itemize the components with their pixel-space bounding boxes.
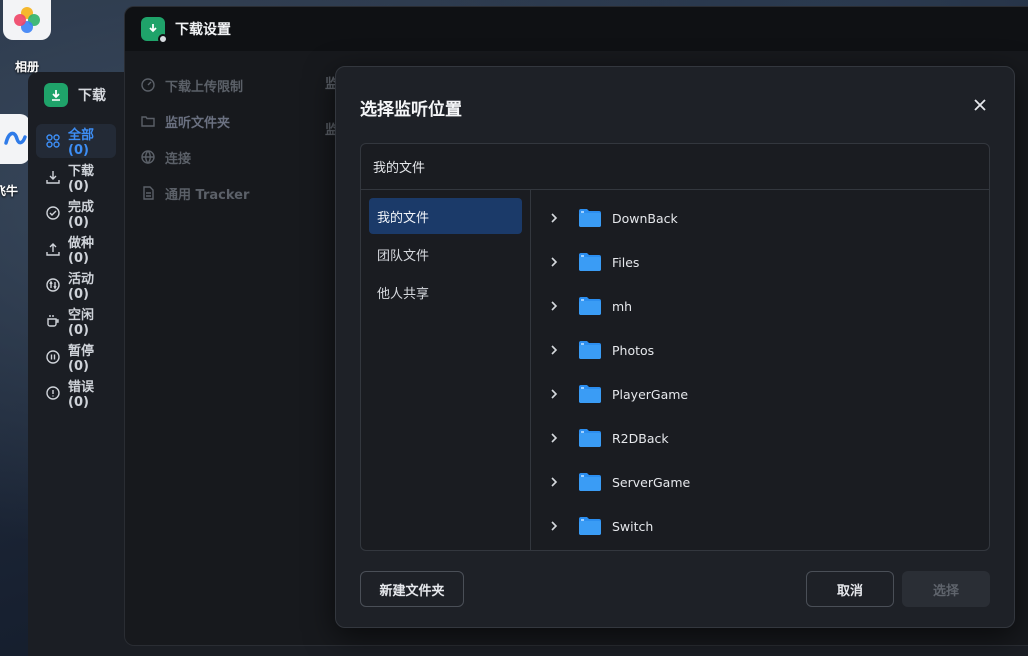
photos-app-icon <box>3 0 51 40</box>
settings-header: 下载设置 <box>125 7 1028 51</box>
chevron-right-icon[interactable] <box>550 301 560 311</box>
globe-icon <box>141 150 155 164</box>
folder-icon <box>141 116 155 127</box>
folder-icon <box>579 209 601 227</box>
nav-item-paused[interactable]: 暂停 (0) <box>36 340 116 374</box>
folder-row[interactable]: ServerGame <box>532 460 989 504</box>
folder-icon <box>579 385 601 403</box>
nav-item-label: 活动 (0) <box>68 272 95 302</box>
nav-item-error[interactable]: 错误 (0) <box>36 376 116 410</box>
settings-item-limits[interactable]: 下载上传限制 <box>141 67 249 103</box>
nav-item-label: 做种 (0) <box>68 236 95 266</box>
new-folder-button[interactable]: 新建文件夹 <box>360 571 464 607</box>
settings-item-watch-folder[interactable]: 监听文件夹 <box>141 103 249 139</box>
settings-item-tracker[interactable]: 通用 Tracker <box>141 175 249 211</box>
settings-item-label: 通用 Tracker <box>165 187 250 203</box>
settings-item-label: 下载上传限制 <box>165 79 244 95</box>
location-list: 我的文件 团队文件 他人共享 <box>361 190 531 550</box>
settings-title: 下载设置 <box>175 22 231 38</box>
nav-item-idle[interactable]: 空闲 (0) <box>36 304 116 338</box>
alert-circle-icon <box>46 386 60 400</box>
close-button[interactable] <box>970 95 990 115</box>
folder-icon <box>579 429 601 447</box>
close-icon <box>974 99 986 111</box>
folder-icon <box>579 473 601 491</box>
activity-icon <box>46 278 60 292</box>
location-shared-with-me[interactable]: 他人共享 <box>369 274 522 310</box>
download-icon <box>46 171 60 184</box>
feiniu-app-icon <box>0 114 30 164</box>
folder-row[interactable]: mh <box>532 284 989 328</box>
select-watch-location-dialog: 选择监听位置 我的文件 我的文件 团队文件 他人共享 DownBack File… <box>335 66 1015 628</box>
folder-list: DownBack Files mh Photos PlayerGame R2DB… <box>532 190 989 550</box>
current-path: 我的文件 <box>361 144 989 190</box>
folder-name: Files <box>612 254 640 270</box>
folder-name: Photos <box>612 342 655 358</box>
nav-item-active[interactable]: 活动 (0) <box>36 268 116 302</box>
downloader-nav: 全部 (0) 下载 (0) 完成 (0) 做种 (0) 活动 (0) 空闲 (0… <box>28 118 124 418</box>
folder-row[interactable]: R2DBack <box>532 416 989 460</box>
nav-item-label: 全部 (0) <box>68 128 95 158</box>
nav-item-all[interactable]: 全部 (0) <box>36 124 116 158</box>
download-settings-app-icon <box>141 17 168 44</box>
folder-icon <box>579 297 601 315</box>
nav-item-label: 空闲 (0) <box>68 308 95 338</box>
desktop-icon-album[interactable]: 相册 <box>0 0 54 75</box>
gear-badge-icon <box>158 34 168 44</box>
location-team-files[interactable]: 团队文件 <box>369 236 522 272</box>
folder-name: ServerGame <box>612 474 691 490</box>
nav-item-label: 完成 (0) <box>68 200 95 230</box>
nav-item-label: 暂停 (0) <box>68 344 95 374</box>
check-circle-icon <box>46 206 60 220</box>
upload-icon <box>46 243 60 256</box>
nav-item-seeding[interactable]: 做种 (0) <box>36 232 116 266</box>
nav-item-complete[interactable]: 完成 (0) <box>36 196 116 230</box>
document-icon <box>143 186 154 200</box>
folder-icon <box>579 253 601 271</box>
chevron-right-icon[interactable] <box>550 389 560 399</box>
nav-item-download[interactable]: 下载 (0) <box>36 160 116 194</box>
grid-icon <box>46 134 60 148</box>
folder-name: R2DBack <box>612 430 669 446</box>
dialog-title: 选择监听位置 <box>360 100 462 120</box>
folder-name: Switch <box>612 518 654 534</box>
chevron-right-icon[interactable] <box>550 521 560 531</box>
settings-item-label: 连接 <box>165 151 192 167</box>
folder-icon <box>579 517 601 535</box>
speed-icon <box>141 78 155 92</box>
downloader-title: 下载 <box>78 88 106 104</box>
cup-icon <box>47 315 59 327</box>
select-button[interactable]: 选择 <box>902 571 990 607</box>
folder-name: PlayerGame <box>612 386 689 402</box>
download-app-icon <box>44 83 68 107</box>
location-my-files[interactable]: 我的文件 <box>369 198 522 234</box>
nav-item-label: 错误 (0) <box>68 380 95 410</box>
folder-row[interactable]: Files <box>532 240 989 284</box>
folder-name: mh <box>612 298 633 314</box>
pause-circle-icon <box>46 350 60 364</box>
folder-row[interactable]: Switch <box>532 504 989 548</box>
folder-browser: 我的文件 我的文件 团队文件 他人共享 DownBack Files mh Ph… <box>360 143 990 551</box>
chevron-right-icon[interactable] <box>550 257 560 267</box>
chevron-right-icon[interactable] <box>550 433 560 443</box>
nav-item-label: 下载 (0) <box>68 164 95 194</box>
cancel-button[interactable]: 取消 <box>806 571 894 607</box>
settings-menu: 下载上传限制 监听文件夹 连接 通用 Tracker <box>141 67 249 211</box>
chevron-right-icon[interactable] <box>550 213 560 223</box>
chevron-right-icon[interactable] <box>550 345 560 355</box>
settings-item-label: 监听文件夹 <box>165 115 231 131</box>
folder-row[interactable]: PlayerGame <box>532 372 989 416</box>
folder-name: DownBack <box>612 210 678 226</box>
folder-row[interactable]: Photos <box>532 328 989 372</box>
folder-icon <box>579 341 601 359</box>
chevron-right-icon[interactable] <box>550 477 560 487</box>
settings-item-connection[interactable]: 连接 <box>141 139 249 175</box>
folder-row[interactable]: DownBack <box>532 196 989 240</box>
